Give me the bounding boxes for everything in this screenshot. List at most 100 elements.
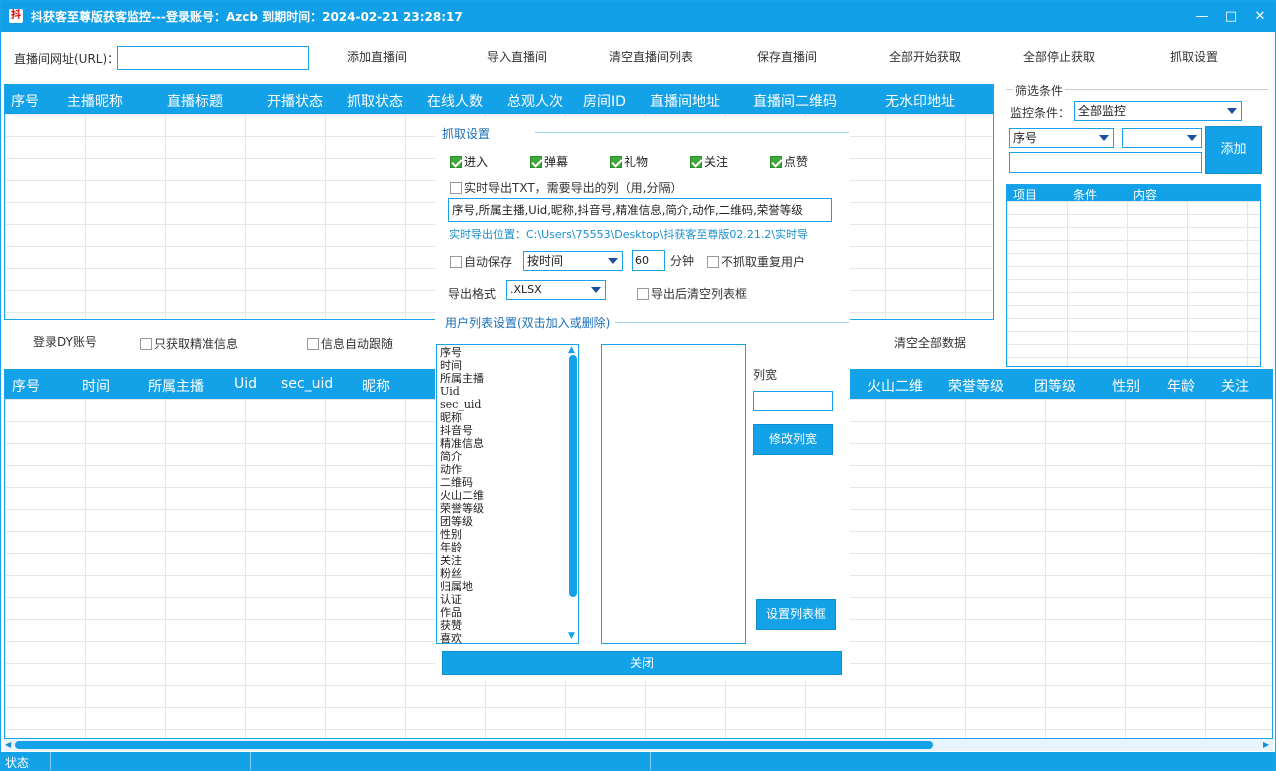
scroll-left-icon[interactable]: ◀ [5,741,11,749]
column-option[interactable]: 抖音号 [440,424,566,437]
export-path-text: 实时导出位置：C:\Users\75553\Desktop\抖获客至尊版02.2… [449,228,809,241]
no-duplicate-checkbox[interactable]: 不抓取重复用户 [707,253,805,270]
export-columns-input[interactable]: 序号,所属主播,Uid,昵称,抖音号,精准信息,简介,动作,二维码,荣誉等级 [448,198,832,222]
column-option[interactable]: 认证 [440,593,566,606]
save-room-button[interactable]: 保存直播间 [757,48,817,65]
user-col-header: 荣誉等级 [948,379,1004,395]
column-option[interactable]: 简介 [440,450,566,463]
export-format-value: .XLSX [510,283,542,296]
url-input[interactable] [117,46,309,70]
precise-only-checkbox[interactable]: 只获取精准信息 [140,335,238,352]
column-option[interactable]: 荣誉等级 [440,502,566,515]
filter-condition-select[interactable]: 全部监控 [1074,101,1242,121]
selected-columns-list[interactable] [601,344,746,644]
scroll-down-icon[interactable]: ▼ [568,632,575,641]
column-option[interactable]: 火山二维 [440,489,566,502]
room-col-header: 主播昵称 [67,94,123,110]
list-scrollbar-thumb[interactable] [569,355,577,597]
import-room-button[interactable]: 导入直播间 [487,48,547,65]
status-divider [50,752,51,770]
filter-add-button[interactable]: 添加 [1205,126,1262,174]
checkbox-checked-icon [610,156,622,168]
column-width-input[interactable] [753,391,833,411]
export-txt-label: 实时导出TXT，需要导出的列（用,分隔） [464,181,683,195]
check-enter[interactable]: 进入 [450,153,488,170]
add-room-button[interactable]: 添加直播间 [347,48,407,65]
room-col-header: 抓取状态 [347,94,403,110]
column-option[interactable]: Uid [440,385,566,398]
check-follow[interactable]: 关注 [690,153,728,170]
login-dy-button[interactable]: 登录DY账号 [33,333,97,350]
clear-room-list-button[interactable]: 清空直播间列表 [609,48,693,65]
column-option[interactable]: 粉丝 [440,567,566,580]
list-scrollbar[interactable]: ▲ ▼ [567,345,578,643]
filter-grid[interactable]: 项目 条件 内容 [1006,184,1261,367]
filter-condition-label: 监控条件： [1010,106,1071,120]
export-txt-checkbox[interactable]: 实时导出TXT，需要导出的列（用,分隔） [450,179,683,196]
available-columns-list[interactable]: 序号 时间 所属主播 Uid sec_uid 昵称 抖音号 精准信息 简介 动作 二维码 火山二维 荣誉… [436,344,579,644]
column-option[interactable]: 精准信息 [440,437,566,450]
user-col-header: 团等级 [1034,379,1076,395]
export-format-select[interactable]: .XLSX [506,280,606,300]
user-col-header: sec_uid [281,376,334,392]
chevron-down-icon [591,287,601,293]
status-label: 状态 [5,756,30,770]
column-option[interactable]: sec_uid [440,398,566,411]
autosave-label: 自动保存 [464,255,513,269]
column-option[interactable]: 时间 [440,359,566,372]
column-option[interactable]: 所属主播 [440,372,566,385]
minimize-icon[interactable]: — [1193,8,1211,26]
column-option[interactable]: 二维码 [440,476,566,489]
column-option[interactable]: 获赞 [440,619,566,632]
modify-width-button[interactable]: 修改列宽 [753,424,833,455]
filter-operator-select[interactable] [1122,128,1202,148]
capture-settings-button[interactable]: 抓取设置 [1170,48,1218,65]
minutes-input[interactable]: 60 [632,250,665,271]
maximize-icon[interactable]: □ [1222,8,1240,26]
check-like[interactable]: 点赞 [770,153,808,170]
set-list-button[interactable]: 设置列表框 [756,599,836,630]
autosave-mode-value: 按时间 [527,254,564,268]
column-option[interactable]: 团等级 [440,515,566,528]
user-col-header: 序号 [12,379,40,395]
scroll-right-icon[interactable]: ▶ [1263,741,1269,749]
checkbox-checked-icon [770,156,782,168]
user-list-title: 用户列表设置(双击加入或删除) [445,316,611,330]
close-icon[interactable]: ✕ [1251,8,1269,26]
checkbox-checked-icon [530,156,542,168]
check-label: 进入 [464,155,489,169]
clear-after-export-checkbox[interactable]: 导出后清空列表框 [637,285,747,302]
autosave-mode-select[interactable]: 按时间 [523,251,623,271]
column-option[interactable]: 关注 [440,554,566,567]
column-option[interactable]: 性别 [440,528,566,541]
dialog-section-line [535,132,849,133]
column-option[interactable]: 动作 [440,463,566,476]
room-col-header: 直播间二维码 [753,94,837,110]
minutes-unit: 分钟 [670,254,695,268]
column-option[interactable]: 喜欢 [440,632,566,643]
scroll-up-icon[interactable]: ▲ [568,346,575,355]
room-col-header: 直播间地址 [650,94,720,110]
start-all-button[interactable]: 全部开始获取 [889,48,961,65]
check-danmaku[interactable]: 弹幕 [530,153,568,170]
filter-text-input[interactable] [1009,152,1202,173]
filter-field-select[interactable]: 序号 [1009,128,1114,148]
autosave-checkbox[interactable]: 自动保存 [450,253,512,270]
checkbox-icon [450,256,462,268]
capture-settings-dialog: 抓取设置 进入 弹幕 礼物 关注 点赞 实时导出TXT，需要导出的列（用,分隔）… [435,118,850,681]
column-option[interactable]: 序号 [440,346,566,359]
check-gift[interactable]: 礼物 [610,153,648,170]
horizontal-scrollbar[interactable]: ◀ ▶ [4,739,1273,751]
column-option[interactable]: 年龄 [440,541,566,554]
stop-all-button[interactable]: 全部停止获取 [1023,48,1095,65]
close-dialog-button[interactable]: 关闭 [442,651,842,675]
checkbox-icon [307,338,319,350]
scrollbar-thumb[interactable] [15,741,933,749]
column-option[interactable]: 归属地 [440,580,566,593]
clear-all-data-button[interactable]: 清空全部数据 [894,334,966,351]
auto-follow-checkbox[interactable]: 信息自动跟随 [307,335,393,352]
room-col-header: 序号 [11,94,39,110]
column-option[interactable]: 作品 [440,606,566,619]
column-option[interactable]: 昵称 [440,411,566,424]
room-grid-header: 序号 主播昵称 直播标题 开播状态 抓取状态 在线人数 总观人次 房间ID 直播… [5,85,993,114]
